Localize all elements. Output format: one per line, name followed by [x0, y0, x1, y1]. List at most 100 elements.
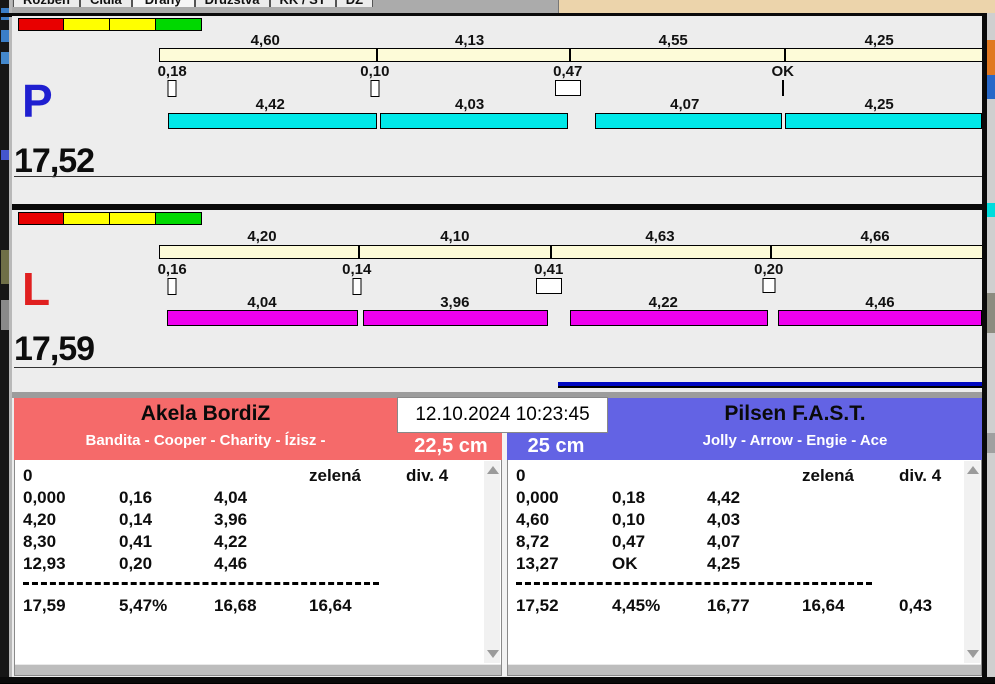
split-value: 4,25 [707, 554, 741, 573]
status-square [64, 18, 110, 31]
scale-tick [568, 49, 571, 61]
lane-bottom-line [14, 367, 983, 368]
split-value: 4,03 [707, 510, 741, 529]
status-label: zelená [309, 466, 361, 485]
scale-tick [769, 246, 772, 258]
split-value: 4,46 [214, 554, 248, 573]
team-dogs: Bandita - Cooper - Charity - Ízisz - [85, 432, 326, 449]
scroll-down-icon[interactable] [967, 650, 979, 658]
split-value: 13,27 [516, 554, 559, 573]
status-square [156, 18, 202, 31]
status-square [18, 18, 64, 31]
split-value: OK [612, 554, 638, 573]
segment-scale-bar [159, 245, 983, 259]
split-bar [167, 310, 358, 326]
sensor-marker [370, 80, 380, 97]
tab--idla[interactable]: Čidla [79, 0, 132, 7]
split-bar [363, 310, 548, 326]
dog-time-label: 4,46 [865, 294, 895, 311]
datetime-display: 12.10.2024 10:23:45 [397, 397, 608, 433]
sensor-marker [352, 278, 362, 295]
status-square [110, 18, 156, 31]
total-value: 17,52 [516, 596, 559, 615]
total-value: 17,59 [23, 596, 66, 615]
tab-d-[interactable]: DŽ [335, 0, 374, 7]
lane-bottom-line [14, 176, 983, 177]
scroll-down-icon[interactable] [487, 650, 499, 658]
tab-bar: RozběhČidlaDráhyDružstvaKK / STDŽ [12, 0, 558, 13]
sensor-marker [167, 278, 177, 295]
scale-tick [357, 246, 360, 258]
split-value: 4,20 [23, 510, 57, 529]
split-value: 4,60 [516, 510, 550, 529]
total-value: 5,47% [119, 596, 168, 615]
desktop-icon-fragment [987, 75, 995, 99]
segment-scale-bar [159, 48, 983, 62]
segment-time-label: 4,60 [250, 32, 280, 49]
split-value: 8,72 [516, 532, 550, 551]
scroll-up-icon[interactable] [967, 466, 979, 474]
split-value: 0,14 [119, 510, 153, 529]
change-time-label: 0,41 [534, 261, 564, 278]
jump-height-right: 25 cm [527, 435, 585, 457]
team-dogs: Jolly - Arrow - Engie - Ace [702, 432, 888, 449]
tab-dru-stva[interactable]: Družstva [194, 0, 270, 7]
split-bar [594, 113, 782, 129]
table-horizontal-scrollbar[interactable] [15, 664, 501, 675]
tab-rozb-h[interactable]: Rozběh [13, 0, 80, 7]
totals-separator [516, 582, 872, 585]
split-value: 4,22 [214, 532, 248, 551]
desktop-fragment [1, 250, 9, 284]
sensor-marker [781, 80, 784, 96]
status-square [156, 212, 202, 225]
split-value: 0,18 [612, 488, 646, 507]
lane-letter: L [22, 263, 51, 315]
split-bar [379, 113, 568, 129]
dog-time-label: 4,25 [864, 96, 894, 113]
total-value: 16,64 [309, 596, 352, 615]
scale-tick [783, 49, 786, 61]
status-square [110, 212, 156, 225]
desktop-background-top-strip [558, 0, 995, 14]
segment-time-label: 4,63 [645, 228, 675, 245]
change-time-label: 0,16 [157, 261, 187, 278]
penalty-count: 0 [516, 466, 526, 485]
team-name: Pilsen F.A.S.T. [724, 402, 866, 425]
lane-panel-right: 4,60 4,13 4,55 4,25 0,18 0,10 0,47 OK 4,42 4,03 4,… [12, 16, 983, 205]
team-name: Akela BordiZ [140, 402, 271, 425]
dog-time-label: 4,07 [670, 96, 700, 113]
total-value: 16,68 [214, 596, 257, 615]
split-value: 0,41 [119, 532, 153, 551]
jump-height-left: 22,5 cm [414, 435, 488, 457]
desktop-background-right-strip [987, 13, 995, 677]
split-value: 0,20 [119, 554, 153, 573]
total-value: 16,77 [707, 596, 750, 615]
result-table-right[interactable]: 0 zelená div. 4 0,000 0,18 4,42 4,60 0,10 4,03 8,… [507, 460, 982, 676]
scale-tick [375, 49, 378, 61]
totals-separator [23, 582, 379, 585]
total-value: 0,43 [899, 596, 933, 615]
split-value: 4,07 [707, 532, 741, 551]
result-table-left[interactable]: 0 zelená div. 4 0,000 0,16 4,04 4,20 0,14 3,96 8,… [14, 460, 502, 676]
split-value: 0,000 [516, 488, 559, 507]
scale-tick [549, 246, 552, 258]
tab-kk-st[interactable]: KK / ST [269, 0, 336, 7]
segment-time-label: 4,13 [455, 32, 485, 49]
table-scrollbar[interactable] [484, 461, 500, 663]
status-square [64, 212, 110, 225]
split-bar [168, 113, 378, 129]
segment-time-label: 4,25 [864, 32, 894, 49]
tab-dr-hy[interactable]: Dráhy [131, 0, 195, 7]
split-bar [570, 310, 768, 326]
lane-total-time: 17,52 [14, 142, 95, 180]
sensor-marker [554, 80, 581, 96]
lane-letter: P [22, 75, 53, 127]
dog-time-label: 4,04 [247, 294, 277, 311]
split-value: 12,93 [23, 554, 66, 573]
table-scrollbar[interactable] [964, 461, 980, 663]
table-horizontal-scrollbar[interactable] [508, 664, 981, 675]
status-squares [18, 18, 202, 31]
scroll-up-icon[interactable] [487, 466, 499, 474]
segment-time-label: 4,55 [658, 32, 688, 49]
desktop-icon-fragment [987, 433, 995, 453]
